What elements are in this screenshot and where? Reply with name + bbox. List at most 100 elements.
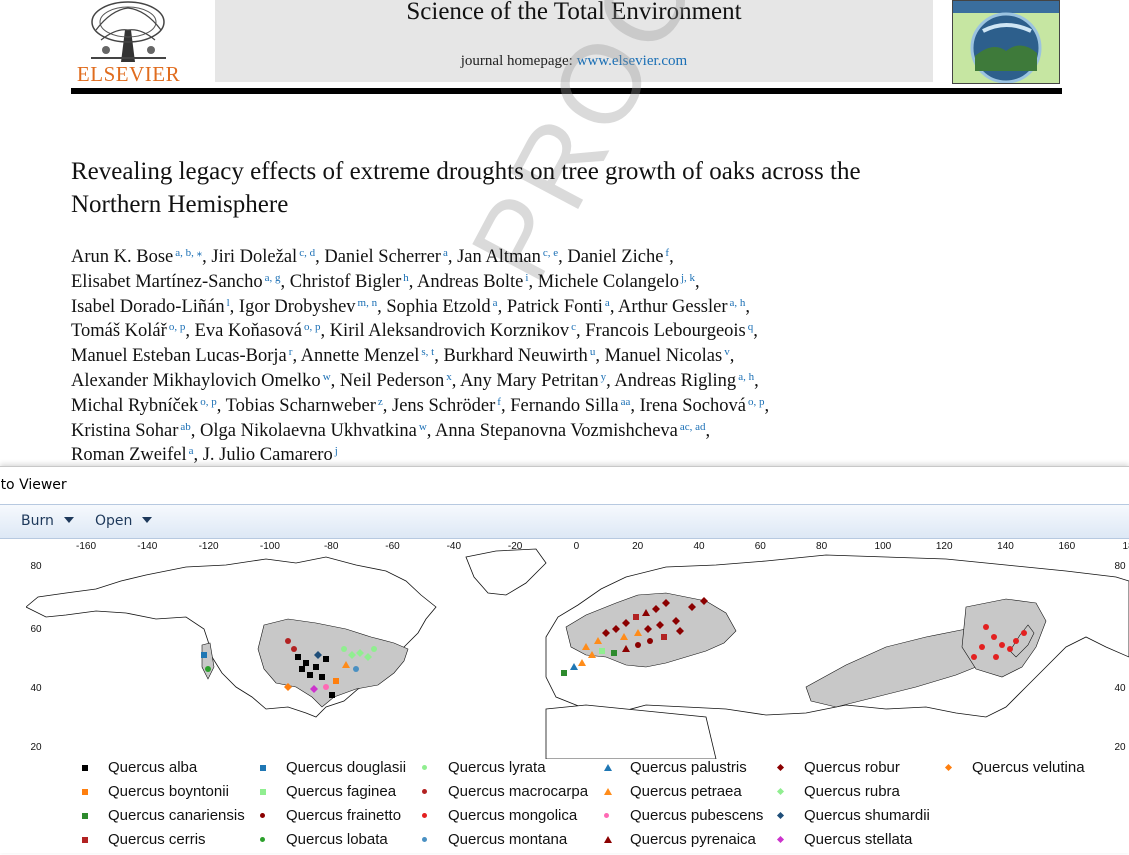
x-tick-label: -160 [76,541,96,552]
author-affiliation-link[interactable]: y [601,371,607,383]
author-affiliation-link[interactable]: q [748,321,754,333]
author-affiliation-link[interactable]: r [289,346,293,358]
author-affiliation-link[interactable]: j, k [681,272,695,284]
legend-label: Quercus petraea [630,783,742,800]
author-name: Alexander Mikhaylovich Omelko [71,370,321,391]
author-name: Neil Pederson [339,370,445,391]
open-label: Open [95,513,133,529]
site-marker [633,614,639,620]
site-marker [1021,630,1027,636]
x-tick-label: -60 [385,541,400,552]
author-affiliation-link[interactable]: c, d [299,247,315,259]
author-affiliation-link[interactable]: s, t [421,346,434,358]
author-affiliation-link[interactable]: j [335,445,338,457]
author-affiliation-link[interactable]: ab [180,421,190,433]
site-marker [329,692,335,698]
site-marker [285,638,291,644]
author-name: Daniel Ziche [567,247,664,267]
legend-circle-icon [422,765,427,770]
author-affiliation-link[interactable]: a [189,445,194,457]
x-tick-label: 140 [997,541,1014,552]
legend-square-icon [82,837,88,843]
author-affiliation-link[interactable]: ac, ad [680,421,706,433]
site-marker [333,678,339,684]
author-affiliation-link[interactable]: o, p [748,396,765,408]
author-affiliation-link[interactable]: i [525,272,528,284]
author-affiliation-link[interactable]: a, b, ⁎ [175,247,202,259]
author-affiliation-link[interactable]: w [323,371,331,383]
legend-label: Quercus palustris [630,759,747,776]
author-affiliation-link[interactable]: a, h [729,297,745,309]
legend-label: Quercus frainetto [286,807,402,824]
author-name: Fernando Silla [510,395,619,416]
window-titlebar: oto Viewer [0,467,1129,504]
author-line: Manuel Esteban Lucas-Borja r, Annette Men… [71,346,735,367]
author-affiliation-link[interactable]: aa [621,396,631,408]
site-marker [661,634,667,640]
y-tick-label: 60 [30,624,42,635]
legend-label: Quercus lyrata [448,759,546,776]
author-affiliation-link[interactable]: f [665,247,669,259]
author-name: Igor Drobyshev [238,296,356,317]
site-marker [635,642,641,648]
author-affiliation-link[interactable]: o, p [200,396,217,408]
x-tick-label: 20 [632,541,644,552]
author-affiliation-link[interactable]: w [419,421,427,433]
site-marker [299,666,305,672]
legend-diamond-icon [776,835,785,844]
site-marker [313,664,319,670]
author-affiliation-link[interactable]: a, g [265,272,281,284]
author-affiliation-link[interactable]: z [378,396,383,408]
x-tick-label: -40 [447,541,462,552]
x-tick-label: 40 [693,541,705,552]
x-tick-label: 80 [816,541,828,552]
author-affiliation-link[interactable]: a [493,297,498,309]
legend-square-icon [82,813,88,819]
open-menu-button[interactable]: Open [95,513,153,529]
site-marker [971,654,977,660]
author-affiliation-link[interactable]: o, p [304,321,321,333]
x-tick-label: 60 [755,541,767,552]
site-marker [991,634,997,640]
oak-distribution-map-image: -160 -140 -120 -100 -80 -60 -40 -20 0 20 40 60 80 100… [26,537,1129,853]
author-name: Tomáš Kolář [71,321,167,342]
x-tick-label: -140 [137,541,157,552]
author-affiliation-link[interactable]: u [590,346,596,358]
author-name: Manuel Nicolas [604,346,723,367]
author-affiliation-link[interactable]: c, e [543,247,558,259]
publisher-name: ELSEVIER [76,62,181,86]
author-name: Christof Bigler [289,271,402,292]
legend-diamond-icon [776,811,785,820]
author-affiliation-link[interactable]: a [605,297,610,309]
author-name: Annette Menzel [300,346,420,367]
author-name: Francois Lebourgeois [585,321,746,342]
author-affiliation-link[interactable]: h [403,272,409,284]
author-affiliation-link[interactable]: f [497,396,501,408]
legend-label: Quercus lobata [286,831,388,848]
author-name: Sophia Etzold [386,296,491,317]
author-affiliation-link[interactable]: v [724,346,730,358]
legend-square-icon [260,789,266,795]
site-marker [979,644,985,650]
author-affiliation-link[interactable]: l [227,297,230,309]
author-name: Andreas Bolte [417,271,524,292]
author-affiliation-link[interactable]: a [443,247,448,259]
y-tick-label: 80 [30,561,42,572]
x-tick-label: 160 [1058,541,1075,552]
author-affiliation-link[interactable]: a, h [738,371,754,383]
author-affiliation-link[interactable]: o, p [169,321,186,333]
site-marker [1007,646,1013,652]
africa-outline [545,704,717,759]
legend-label: Quercus douglasii [286,759,407,776]
site-marker [341,646,347,652]
author-affiliation-link[interactable]: c [571,321,576,333]
author-affiliation-link[interactable]: x [446,371,452,383]
author-name: Jan Altman [457,247,541,267]
legend-square-icon [260,765,266,771]
author-affiliation-link[interactable]: m, n [358,297,378,309]
author-name: Elisabet Martínez-Sancho [71,271,263,292]
burn-menu-button[interactable]: Burn [21,513,74,529]
viewer-toolbar: Burn Open [0,504,1129,539]
pdf-page: ELSEVIER Science of the Total Environmen… [0,0,1129,466]
author-name: Daniel Scherrer [324,247,441,267]
